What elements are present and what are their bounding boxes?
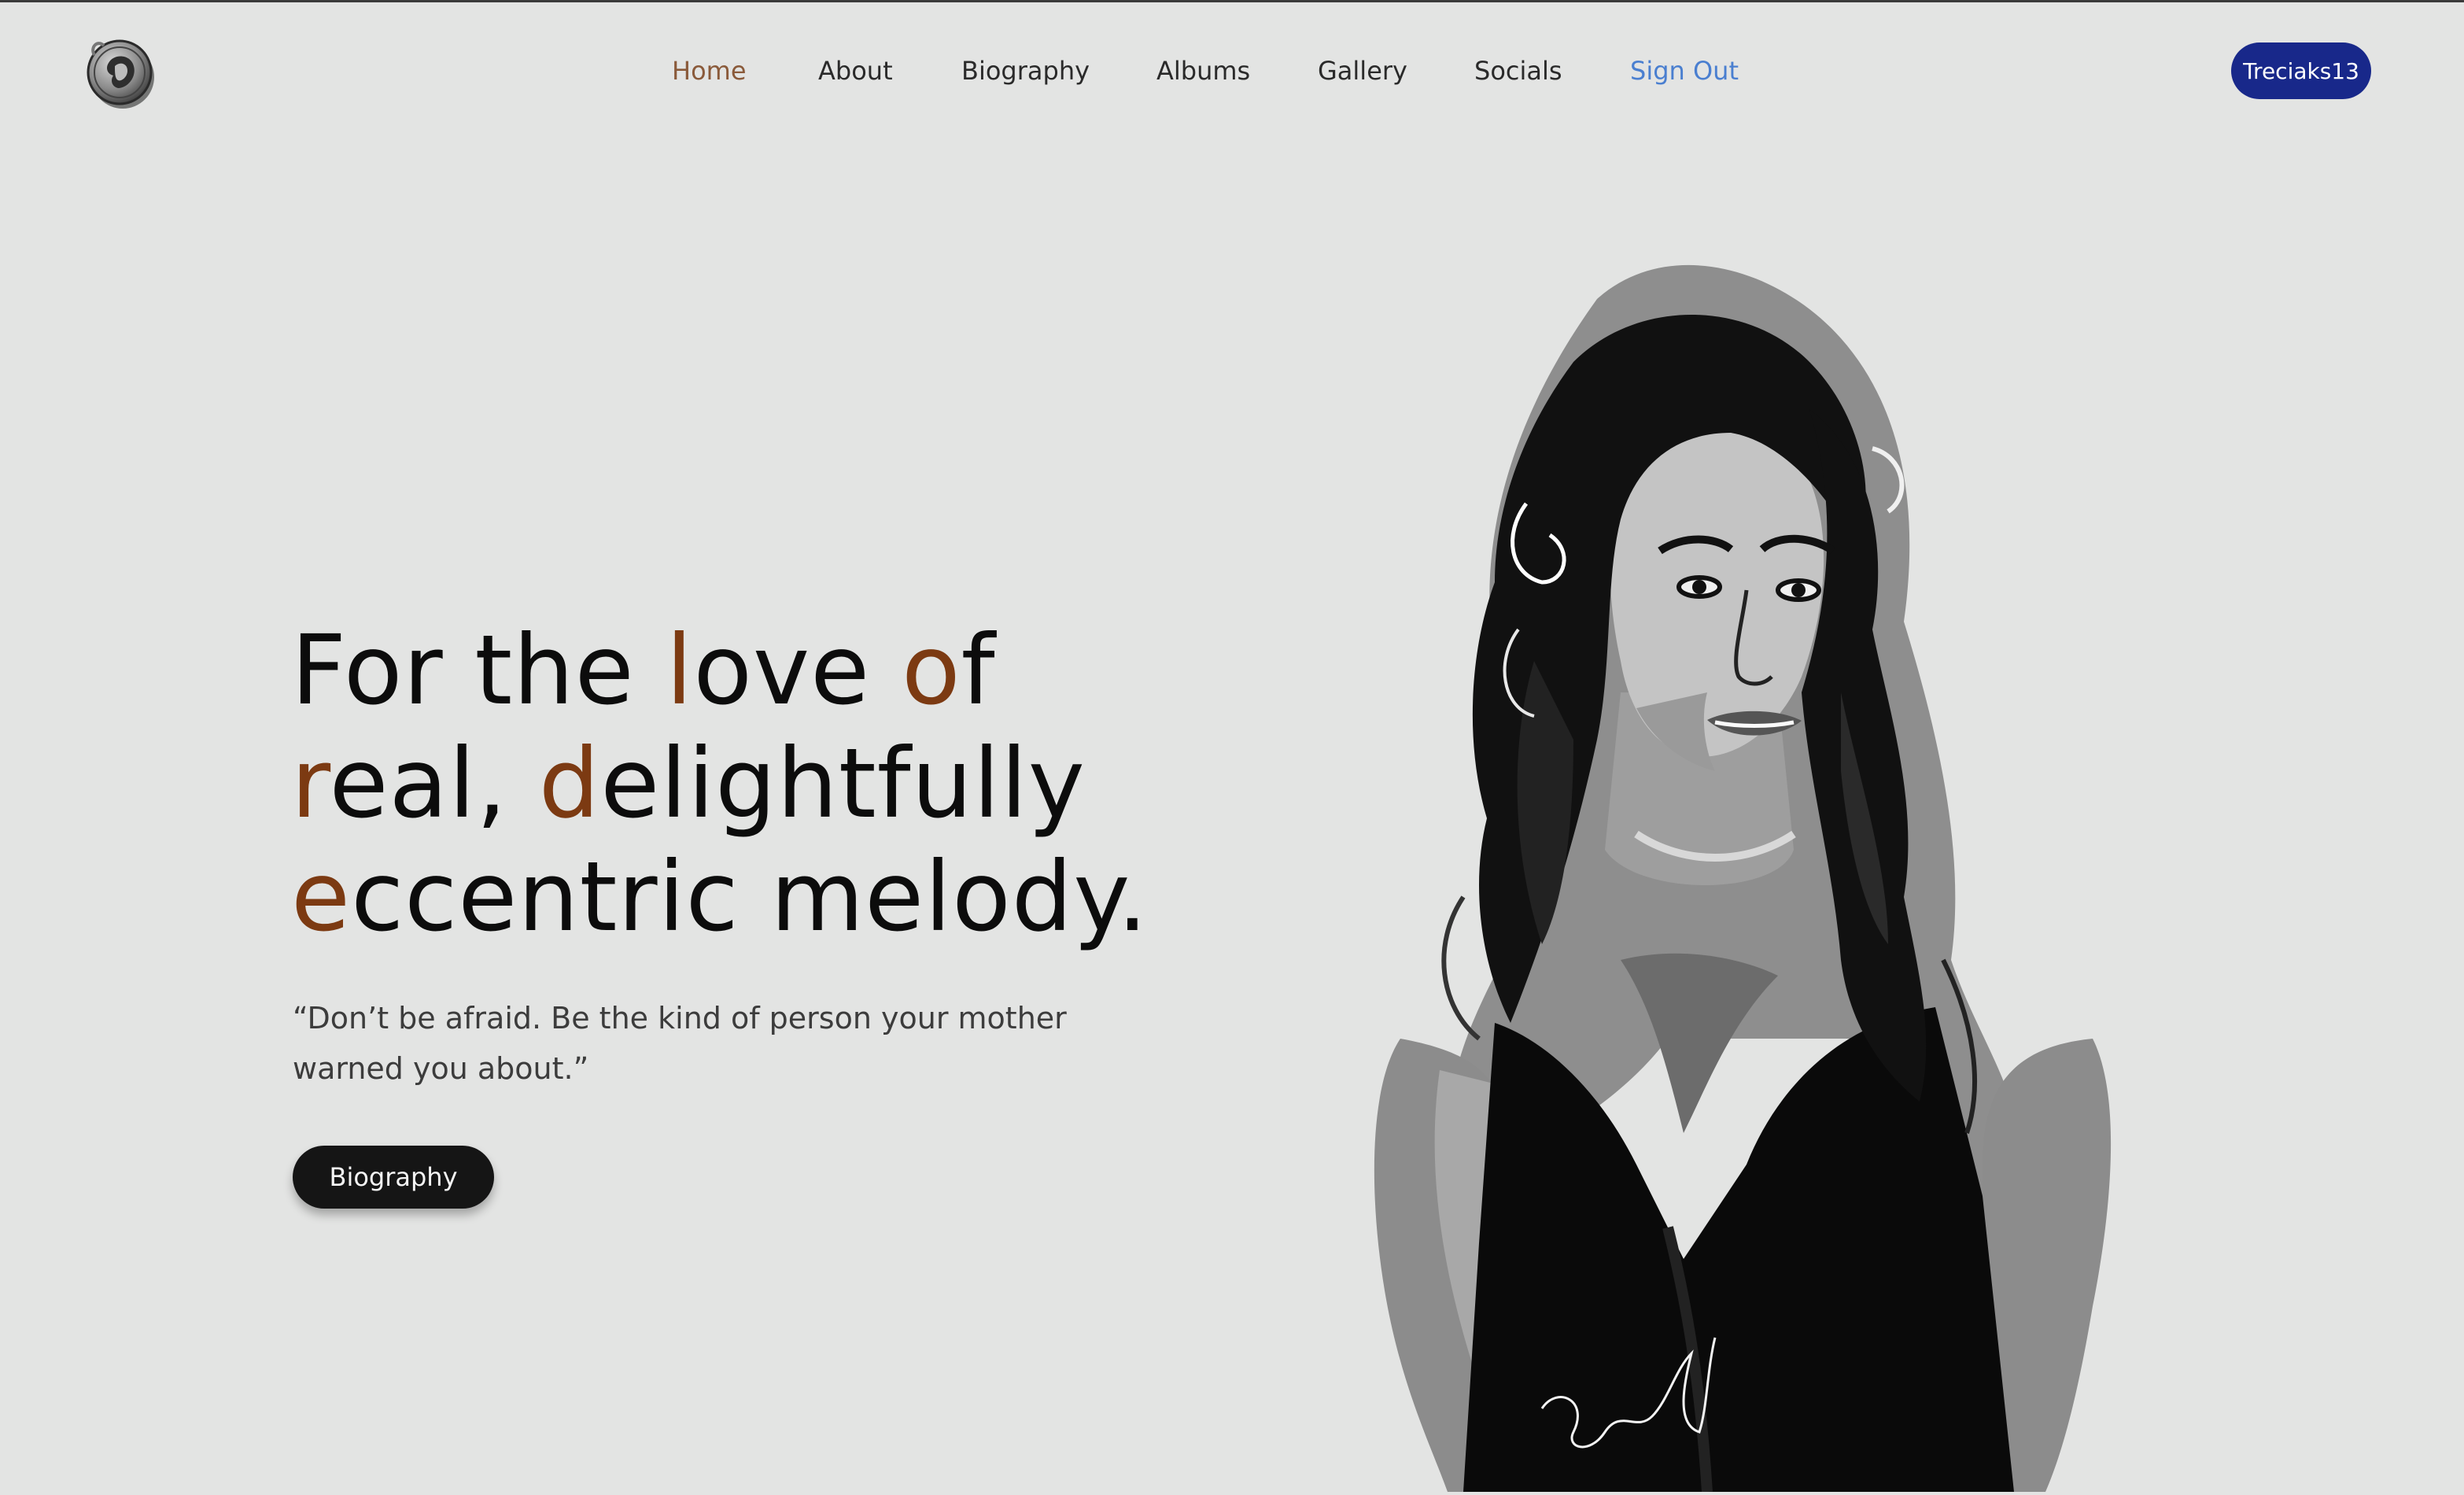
headline-accent-letter: d bbox=[538, 728, 601, 840]
quote-line-2: warned you about.” bbox=[293, 1051, 589, 1086]
headline-text: For the bbox=[291, 615, 666, 726]
headline-text: ccentric melody. bbox=[351, 841, 1149, 953]
headline-text: f bbox=[961, 615, 996, 726]
window-top-border bbox=[0, 0, 2464, 2]
headline-line-2: real, delightfully bbox=[291, 728, 1086, 840]
user-account-button[interactable]: Treciaks13 bbox=[2231, 42, 2371, 99]
nav-gallery[interactable]: Gallery bbox=[1318, 50, 1407, 91]
nav-about[interactable]: About bbox=[818, 50, 893, 91]
quote-line-1: “Don’t be afraid. Be the kind of person … bbox=[293, 1001, 1067, 1035]
woman-portrait-icon bbox=[1374, 264, 2112, 1493]
headline-accent-letter: l bbox=[666, 615, 694, 726]
headline-accent-letter: r bbox=[291, 728, 330, 840]
headline-text: eal, bbox=[329, 728, 539, 840]
headline-line-3: eccentric melody. bbox=[291, 841, 1149, 953]
headline-text: ove bbox=[693, 615, 902, 726]
main-nav: Home About Biography Albums Gallery Soci… bbox=[0, 50, 2464, 91]
headline-accent-letter: o bbox=[902, 615, 961, 726]
headline-line-1: For the love of bbox=[291, 615, 996, 726]
nav-socials[interactable]: Socials bbox=[1474, 50, 1562, 91]
nav-home[interactable]: Home bbox=[672, 50, 747, 91]
nav-sign-out[interactable]: Sign Out bbox=[1630, 50, 1739, 91]
hero-quote: “Don’t be afraid. Be the kind of person … bbox=[293, 993, 1079, 1094]
headline-text: elightfully bbox=[600, 728, 1086, 840]
portrait-illustration bbox=[1337, 252, 2156, 1493]
biography-button[interactable]: Biography bbox=[293, 1146, 494, 1209]
hero-headline: For the love of real, delightfully eccen… bbox=[291, 614, 1298, 954]
headline-accent-letter: e bbox=[291, 841, 352, 953]
nav-biography[interactable]: Biography bbox=[961, 50, 1090, 91]
nav-albums[interactable]: Albums bbox=[1156, 50, 1250, 91]
